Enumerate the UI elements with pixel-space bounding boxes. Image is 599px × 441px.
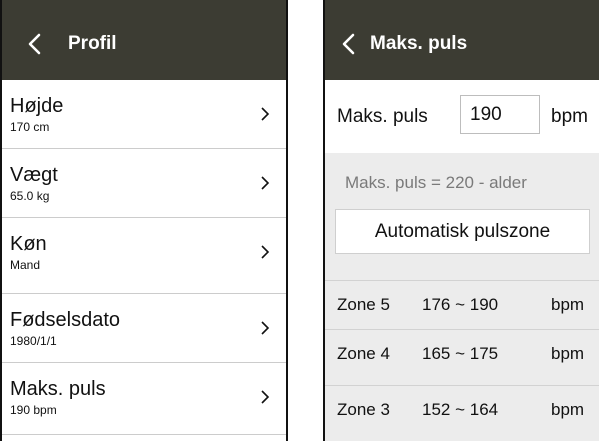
profile-item-weight[interactable]: Vægt 65.0 kg [2, 149, 286, 217]
zone-range: 152 ~ 164 [422, 400, 499, 419]
profile-item-label: Fødselsdato [10, 309, 121, 331]
zone-row: Zone 4 165 ~ 175 bpm [325, 330, 599, 378]
profile-item-max-pulse[interactable]: Maks. puls 190 bpm [2, 363, 286, 431]
profile-item-value: 190 bpm [10, 403, 57, 417]
chevron-right-icon [261, 321, 270, 335]
max-pulse-screen: Maks. puls Maks. puls bpm Maks. puls = 2… [323, 0, 599, 441]
zone-range: 176 ~ 190 [422, 295, 499, 314]
profile-item-value: 65.0 kg [10, 189, 50, 203]
zone-name: Zone 3 [337, 400, 390, 419]
profile-item-label: Vægt [10, 164, 58, 186]
zone-unit: bpm [551, 400, 585, 419]
page-title: Maks. puls [370, 33, 468, 54]
max-pulse-header: Maks. puls [325, 0, 599, 80]
chevron-right-icon [261, 245, 270, 259]
zone-unit: bpm [551, 344, 585, 363]
divider [2, 434, 286, 435]
page-title: Profil [68, 33, 117, 54]
profile-item-label: Højde [10, 95, 64, 117]
profile-item-birthdate[interactable]: Fødselsdato 1980/1/1 [2, 294, 286, 362]
chevron-left-icon[interactable] [340, 32, 358, 56]
auto-pulse-zone-button[interactable]: Automatisk pulszone [335, 209, 590, 254]
zone-range: 165 ~ 175 [422, 344, 499, 363]
profile-item-height[interactable]: Højde 170 cm [2, 80, 286, 148]
max-pulse-input[interactable] [460, 95, 540, 134]
zone-name: Zone 4 [337, 344, 390, 363]
chevron-left-icon[interactable] [26, 32, 44, 56]
zone-row: Zone 3 152 ~ 164 bpm [325, 386, 599, 434]
max-pulse-label: Maks. puls [337, 106, 428, 127]
formula-text: Maks. puls = 220 - alder [345, 173, 527, 192]
chevron-right-icon [261, 176, 270, 190]
profile-header: Profil [2, 0, 286, 80]
profile-screen: Profil Højde 170 cm Vægt 65.0 kg Køn Man… [0, 0, 288, 441]
profile-item-label: Maks. puls [10, 378, 106, 400]
zone-unit: bpm [551, 295, 585, 314]
chevron-right-icon [261, 107, 270, 121]
profile-item-value: Mand [10, 258, 41, 272]
profile-item-value: 170 cm [10, 120, 50, 134]
max-pulse-row: Maks. puls bpm [325, 80, 599, 153]
zone-name: Zone 5 [337, 295, 390, 314]
zone-row: Zone 5 176 ~ 190 bpm [325, 281, 599, 329]
profile-item-gender[interactable]: Køn Mand [2, 218, 286, 286]
profile-item-label: Køn [10, 233, 47, 255]
profile-item-value: 1980/1/1 [10, 334, 57, 348]
unit-label: bpm [551, 106, 588, 127]
chevron-right-icon [261, 390, 270, 404]
